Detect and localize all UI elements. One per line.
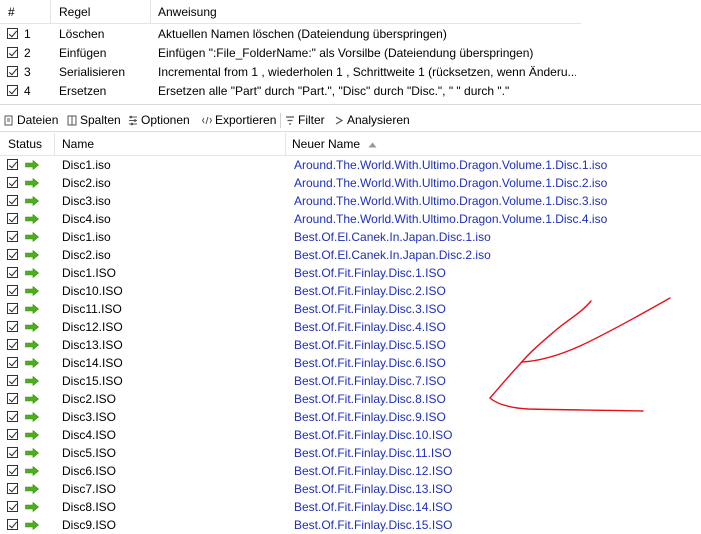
red-annotation-drawing xyxy=(489,297,671,412)
